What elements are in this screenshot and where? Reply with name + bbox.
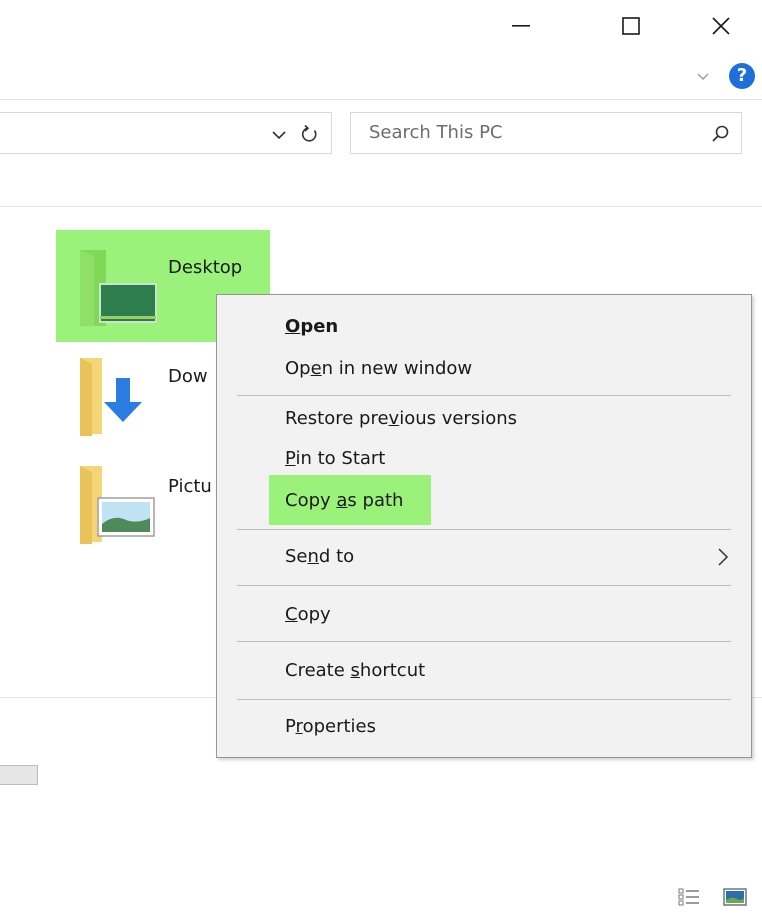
downloads-folder-icon[interactable]	[78, 356, 160, 438]
ribbon-expand-button[interactable]	[690, 64, 716, 90]
menu-item-send-to[interactable]: Send to	[285, 545, 354, 569]
menu-item-create-shortcut[interactable]: Create shortcut	[285, 659, 425, 683]
menu-item-pin-to-start[interactable]: Pin to Start	[285, 447, 385, 471]
maximize-button[interactable]	[608, 0, 654, 52]
menu-separator	[237, 585, 731, 586]
menu-separator	[237, 641, 731, 642]
menu-item-properties[interactable]: Properties	[285, 715, 376, 739]
folder-label-downloads: Dow	[168, 366, 208, 387]
minimize-icon	[512, 25, 530, 27]
menu-separator	[237, 529, 731, 530]
close-icon	[712, 17, 730, 35]
folder-label-pictures: Pictu	[168, 476, 212, 497]
storage-usage-bar	[0, 765, 38, 785]
minimize-button[interactable]	[498, 0, 544, 52]
menu-separator	[237, 699, 731, 700]
refresh-button[interactable]	[298, 122, 322, 146]
chevron-down-icon	[697, 73, 709, 80]
menu-item-copy[interactable]: Copy	[285, 603, 331, 627]
folder-label-desktop: Desktop	[168, 257, 243, 278]
maximize-icon	[622, 17, 640, 35]
refresh-icon	[301, 124, 317, 142]
menu-item-restore-previous-versions[interactable]: Restore previous versions	[285, 407, 517, 431]
details-view-icon[interactable]	[678, 887, 700, 907]
context-menu: Open Open in new window Restore previous…	[216, 294, 752, 758]
large-icons-view-icon[interactable]	[722, 887, 748, 907]
menu-separator	[237, 395, 731, 396]
chevron-right-icon	[718, 548, 729, 566]
search-icon	[712, 125, 729, 142]
help-icon[interactable]: ?	[729, 63, 755, 89]
menu-item-open-new-window[interactable]: Open in new window	[285, 357, 472, 381]
search-placeholder: Search This PC	[369, 122, 503, 143]
address-history-button[interactable]	[268, 124, 290, 146]
menu-item-open[interactable]: Open	[285, 315, 338, 339]
close-button[interactable]	[698, 0, 744, 52]
pictures-folder-icon[interactable]	[78, 464, 160, 546]
ribbon-divider	[0, 99, 762, 100]
chevron-down-icon	[272, 131, 286, 140]
content-divider	[0, 206, 762, 207]
search-input[interactable]: Search This PC	[350, 112, 742, 154]
menu-item-copy-as-path[interactable]: Copy as path	[285, 489, 403, 513]
desktop-folder-icon	[80, 250, 157, 326]
